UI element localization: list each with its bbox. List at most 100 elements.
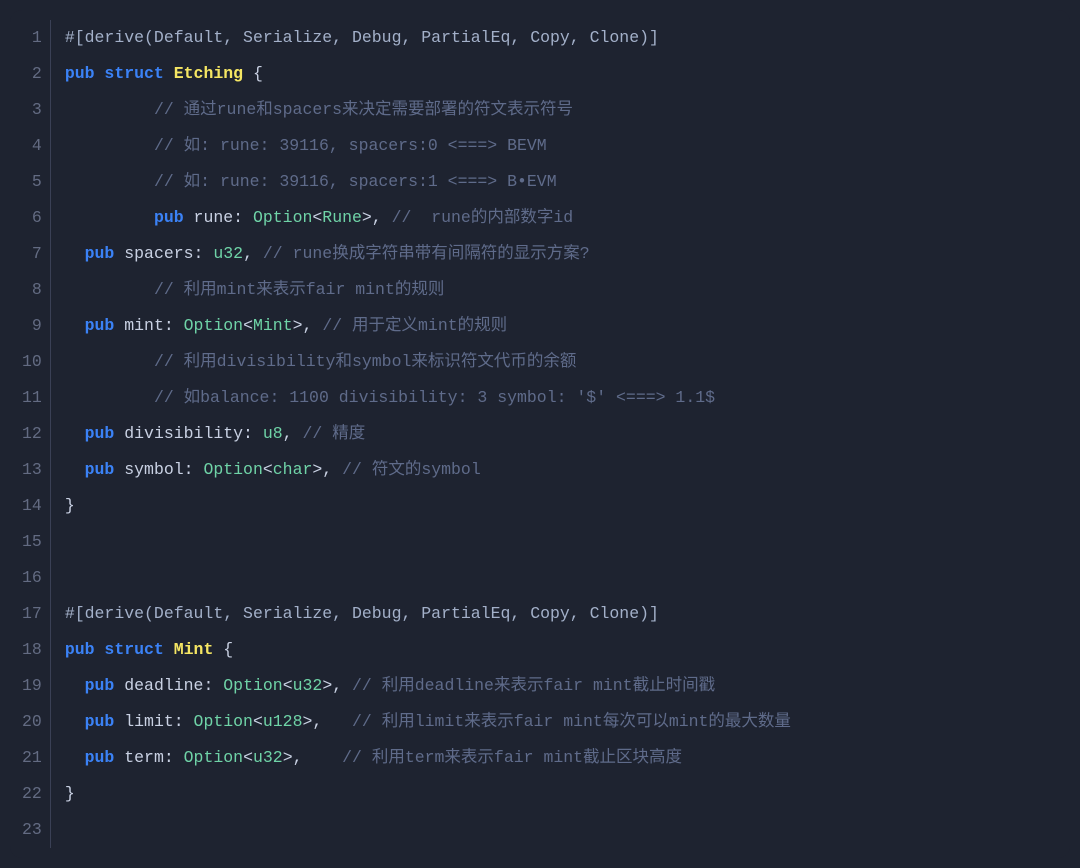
code-token: // 利用limit来表示fair mint每次可以mint的最大数量	[352, 714, 791, 731]
line-number: 11	[22, 380, 42, 416]
line-number: 15	[22, 524, 42, 560]
line-number: 20	[22, 704, 42, 740]
code-token: // 利用divisibility和symbol来标识符文代币的余额	[154, 354, 576, 371]
code-token: u32	[253, 750, 283, 767]
line-number: 3	[22, 92, 42, 128]
code-token	[65, 282, 154, 299]
code-token: u32	[213, 246, 243, 263]
code-token: symbol:	[124, 462, 203, 479]
code-line: // 如: rune: 39116, spacers:1 <===> B•EVM	[65, 164, 1056, 200]
code-token: ,	[243, 246, 263, 263]
line-number: 12	[22, 416, 42, 452]
code-line: pub spacers: u32, // rune换成字符串带有间隔符的显示方案…	[65, 236, 1056, 272]
line-number: 4	[22, 128, 42, 164]
code-token: >,	[302, 714, 352, 731]
code-line: #[derive(Default, Serialize, Debug, Part…	[65, 596, 1056, 632]
code-token: Option	[223, 678, 282, 695]
code-token: {	[213, 642, 233, 659]
code-line: // 利用divisibility和symbol来标识符文代币的余额	[65, 344, 1056, 380]
line-number: 22	[22, 776, 42, 812]
line-number: 9	[22, 308, 42, 344]
code-line: pub deadline: Option<u32>, // 利用deadline…	[65, 668, 1056, 704]
code-token: pub	[85, 246, 125, 263]
code-token: >,	[283, 750, 342, 767]
code-token: <	[253, 714, 263, 731]
code-token	[65, 678, 85, 695]
line-number: 1	[22, 20, 42, 56]
code-line: pub struct Etching {	[65, 56, 1056, 92]
code-token: // rune换成字符串带有间隔符的显示方案?	[263, 246, 590, 263]
line-number-gutter: 1234567891011121314151617181920212223	[10, 20, 50, 848]
code-token: // 利用mint来表示fair mint的规则	[154, 282, 444, 299]
code-token: pub	[85, 318, 125, 335]
line-number: 17	[22, 596, 42, 632]
code-token: >,	[322, 678, 352, 695]
code-token: Option	[203, 462, 262, 479]
code-token	[65, 426, 85, 443]
code-token: spacers:	[124, 246, 213, 263]
code-token	[65, 714, 85, 731]
code-token: Option	[194, 714, 253, 731]
code-token: // 用于定义mint的规则	[322, 318, 507, 335]
line-number: 7	[22, 236, 42, 272]
code-token: >,	[312, 462, 342, 479]
code-token: // 如: rune: 39116, spacers:0 <===> BEVM	[154, 138, 547, 155]
code-token: // 通过rune和spacers来决定需要部署的符文表示符号	[154, 102, 573, 119]
code-line: pub limit: Option<u128>, // 利用limit来表示fa…	[65, 704, 1056, 740]
code-line: pub divisibility: u8, // 精度	[65, 416, 1056, 452]
code-token: deadline:	[124, 678, 223, 695]
code-token: <	[263, 462, 273, 479]
code-token	[65, 750, 85, 767]
code-token: struct	[104, 66, 173, 83]
code-token: // 符文的symbol	[342, 462, 481, 479]
code-line: // 如balance: 1100 divisibility: 3 symbol…	[65, 380, 1056, 416]
code-token: term:	[124, 750, 183, 767]
code-token: u32	[293, 678, 323, 695]
code-token: <	[312, 210, 322, 227]
code-token: Mint	[253, 318, 293, 335]
code-token	[65, 138, 154, 155]
code-line	[65, 524, 1056, 560]
code-line	[65, 560, 1056, 596]
line-number: 21	[22, 740, 42, 776]
code-token	[65, 354, 154, 371]
code-line: #[derive(Default, Serialize, Debug, Part…	[65, 20, 1056, 56]
code-block: 1234567891011121314151617181920212223 #[…	[10, 10, 1070, 858]
line-number: 13	[22, 452, 42, 488]
line-number: 18	[22, 632, 42, 668]
code-token: Option	[184, 318, 243, 335]
code-token: // 如: rune: 39116, spacers:1 <===> B•EVM	[154, 174, 557, 191]
code-token: }	[65, 786, 75, 803]
code-line: // 利用mint来表示fair mint的规则	[65, 272, 1056, 308]
code-token	[65, 462, 85, 479]
code-token: // 利用term来表示fair mint截止区块高度	[342, 750, 682, 767]
code-content: #[derive(Default, Serialize, Debug, Part…	[51, 20, 1070, 848]
line-number: 5	[22, 164, 42, 200]
code-token: // 利用deadline来表示fair mint截止时间戳	[352, 678, 715, 695]
code-token: #[derive(Default, Serialize, Debug, Part…	[65, 30, 659, 47]
code-token: pub	[85, 714, 125, 731]
line-number: 2	[22, 56, 42, 92]
code-line: pub struct Mint {	[65, 632, 1056, 668]
code-token: <	[243, 750, 253, 767]
code-token: char	[273, 462, 313, 479]
code-line	[65, 812, 1056, 848]
code-token: pub	[65, 66, 105, 83]
code-token: <	[283, 678, 293, 695]
code-token	[65, 390, 154, 407]
code-token: Option	[253, 210, 312, 227]
code-token: divisibility:	[124, 426, 263, 443]
code-token: ,	[283, 426, 303, 443]
code-line: pub mint: Option<Mint>, // 用于定义mint的规则	[65, 308, 1056, 344]
line-number: 10	[22, 344, 42, 380]
line-number: 8	[22, 272, 42, 308]
code-line: pub rune: Option<Rune>, // rune的内部数字id	[65, 200, 1056, 236]
code-line: }	[65, 776, 1056, 812]
code-token: Rune	[322, 210, 362, 227]
line-number: 23	[22, 812, 42, 848]
code-token: u8	[263, 426, 283, 443]
code-token	[65, 246, 85, 263]
code-token: <	[243, 318, 253, 335]
code-token: Option	[184, 750, 243, 767]
code-token: #[derive(Default, Serialize, Debug, Part…	[65, 606, 659, 623]
